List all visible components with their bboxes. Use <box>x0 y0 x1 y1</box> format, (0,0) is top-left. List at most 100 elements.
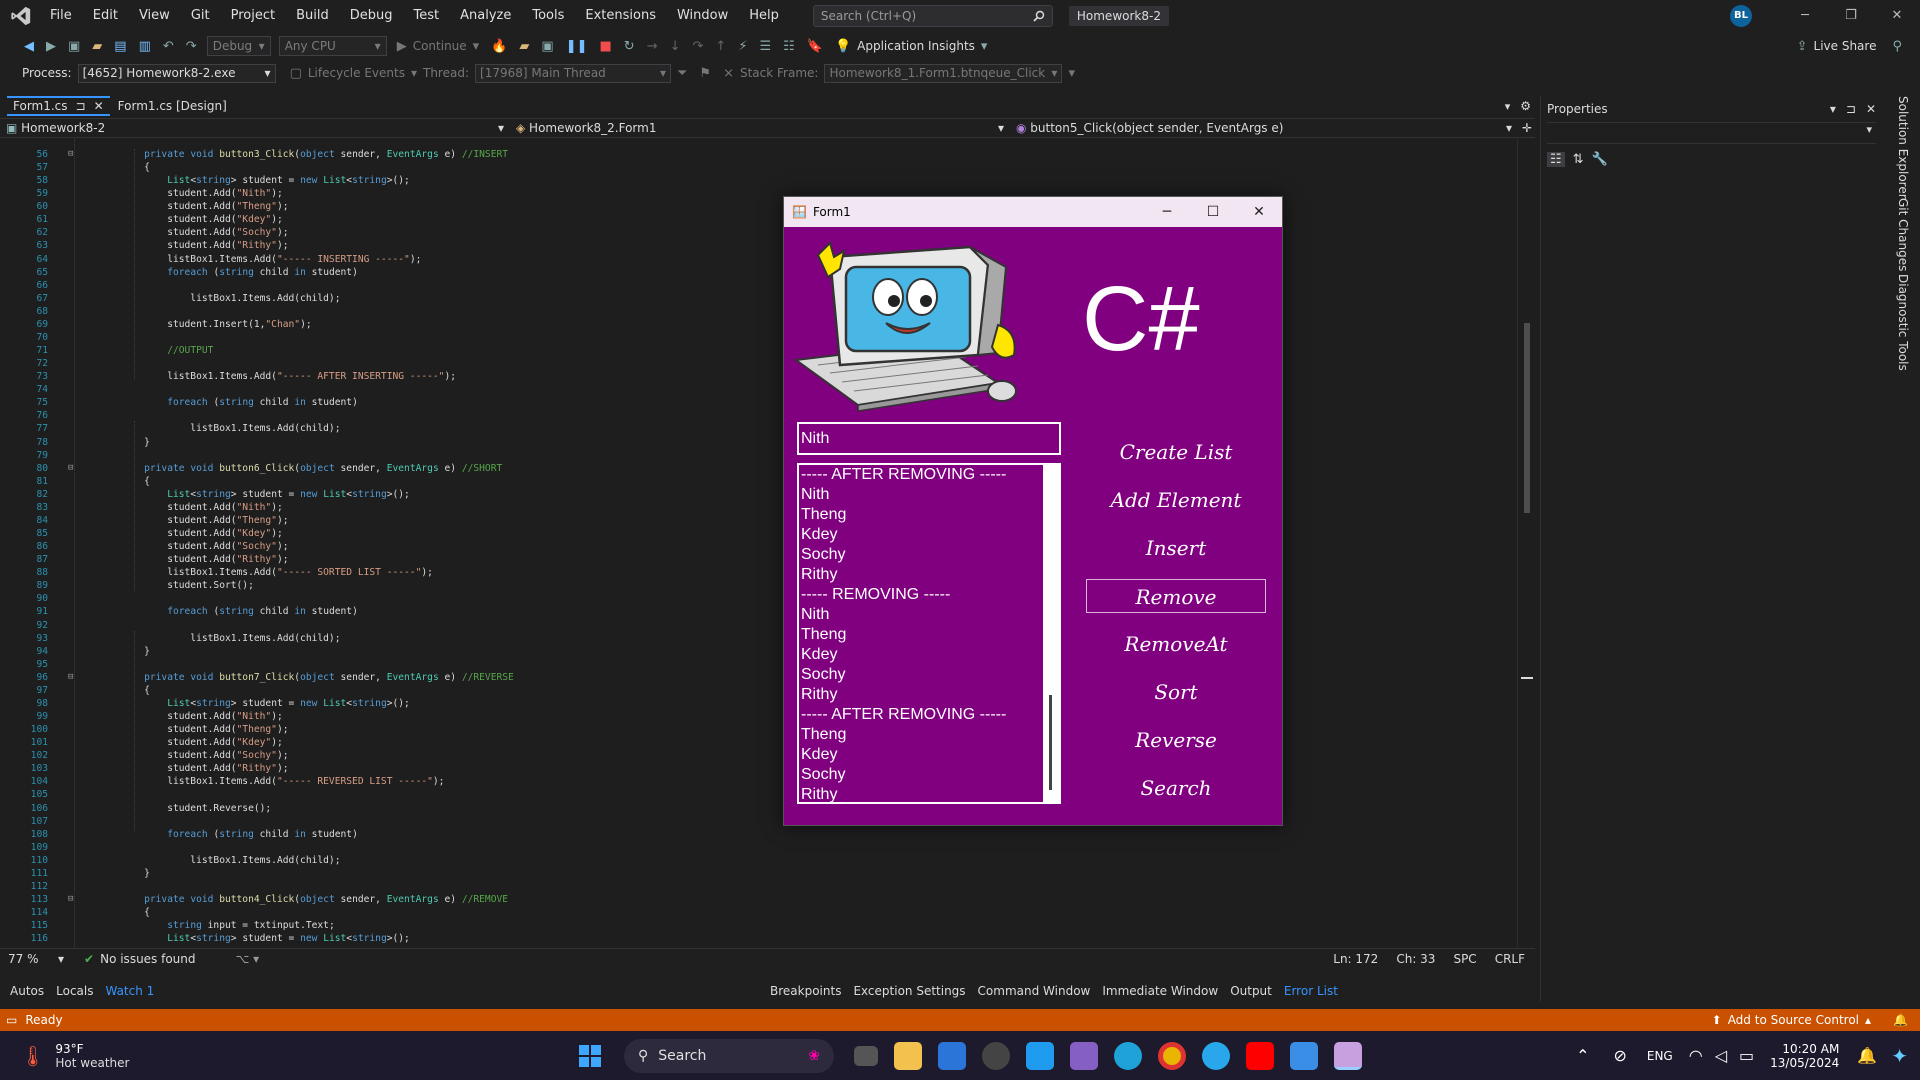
column-number[interactable]: Ch: 33 <box>1396 952 1435 966</box>
menu-git[interactable]: Git <box>191 8 210 23</box>
vscode-icon[interactable] <box>1026 1041 1054 1070</box>
telegram-icon[interactable] <box>1202 1041 1230 1070</box>
collapse-icon[interactable]: ⊟ <box>68 672 73 682</box>
scrollbar-thumb[interactable] <box>1524 323 1530 513</box>
bookmark-icon[interactable]: 🔖 <box>807 39 823 54</box>
tab-form1-design[interactable]: Form1.cs [Design] <box>110 98 235 114</box>
listbox-item[interactable]: Rithy <box>799 785 1059 802</box>
restore-icon[interactable]: ❐ <box>1828 8 1874 23</box>
form1-app-icon[interactable] <box>1334 1041 1362 1070</box>
microsoft-store-icon[interactable] <box>938 1041 966 1070</box>
new-project-icon[interactable]: ▣ <box>68 39 80 54</box>
lifecycle-events-button[interactable]: Lifecycle Events <box>308 66 405 80</box>
thread-dropdown[interactable]: [17968] Main Thread ▾ <box>475 63 672 83</box>
unity-hub-icon[interactable] <box>982 1041 1010 1070</box>
chrome-icon[interactable] <box>1158 1041 1186 1070</box>
alphabetical-icon[interactable]: ⇅ <box>1573 152 1584 167</box>
project-dropdown[interactable]: ▣ Homework8-2 ▾ <box>0 119 510 137</box>
notification-bell-icon[interactable]: 🔔 <box>1893 1013 1908 1027</box>
chevron-down-icon[interactable]: ▾ <box>981 39 988 54</box>
create-list-button[interactable]: Create List <box>1086 435 1266 469</box>
windows-start-icon[interactable] <box>578 1044 602 1068</box>
input-language[interactable]: ENG <box>1647 1049 1673 1063</box>
chevron-up-icon[interactable]: ▴ <box>1865 1013 1871 1027</box>
listbox-item[interactable]: Kdey <box>799 745 1059 765</box>
object-selector[interactable]: ▾ <box>1547 122 1876 144</box>
network-off-icon[interactable]: ⊘ <box>1613 1046 1626 1065</box>
chevron-down-icon[interactable]: ▾ <box>473 39 480 54</box>
volume-icon[interactable]: ◁ <box>1715 1046 1727 1065</box>
platform-dropdown[interactable]: Any CPU ▾ <box>278 36 387 56</box>
add-element-button[interactable]: Add Element <box>1086 483 1266 517</box>
zoom-level[interactable]: 77 % <box>8 952 58 966</box>
stack-frame-dropdown[interactable]: Homework8_1.Form1.btnqeue_Click ▾ <box>824 63 1063 83</box>
reverse-button[interactable]: Reverse <box>1086 723 1266 757</box>
name-textbox[interactable] <box>797 422 1061 455</box>
filter-icon[interactable]: ⏷ <box>677 66 687 81</box>
step-over-icon[interactable]: ↷ <box>693 39 704 54</box>
continue-button[interactable]: Continue <box>413 39 467 53</box>
comment-icon[interactable]: ☰ <box>759 39 771 54</box>
flag-icon[interactable]: ⚑ <box>699 66 711 81</box>
uncomment-icon[interactable]: ☷ <box>783 39 795 54</box>
undo-icon[interactable]: ↶ <box>163 39 174 54</box>
tab-output[interactable]: Output <box>1230 984 1272 998</box>
youtube-icon[interactable] <box>1246 1041 1274 1070</box>
live-share-button[interactable]: Live Share <box>1814 39 1877 53</box>
weather-widget[interactable]: 🌡 93°F Hot weather <box>0 1042 568 1070</box>
menu-build[interactable]: Build <box>296 8 329 23</box>
search-input[interactable]: Search (Ctrl+Q) <box>812 4 1053 27</box>
menu-edit[interactable]: Edit <box>93 8 118 23</box>
menu-project[interactable]: Project <box>231 8 275 23</box>
redo-icon[interactable]: ↷ <box>186 39 197 54</box>
taskbar-search[interactable]: ⚲ Search ❀ <box>624 1038 834 1073</box>
close-icon[interactable]: ✕ <box>1874 8 1920 23</box>
tab-locals[interactable]: Locals <box>56 984 93 998</box>
app-insights-button[interactable]: Application Insights <box>857 39 975 53</box>
member-dropdown[interactable]: ◉ button5_Click(object sender, EventArgs… <box>1010 119 1518 137</box>
menu-window[interactable]: Window <box>677 8 728 23</box>
removeat-button[interactable]: RemoveAt <box>1086 627 1266 661</box>
menu-file[interactable]: File <box>50 8 72 23</box>
listbox-item[interactable]: Theng <box>799 725 1059 745</box>
feedback-icon[interactable]: ⚲ <box>1892 39 1902 54</box>
categorized-icon[interactable]: ☷ <box>1547 152 1565 167</box>
step-out-icon[interactable]: ↑ <box>715 39 726 54</box>
config-dropdown[interactable]: Debug ▾ <box>206 36 271 56</box>
stop-icon[interactable]: ■ <box>599 39 611 54</box>
class-dropdown[interactable]: ◈ Homework8_2.Form1 ▾ <box>510 119 1010 137</box>
listbox-item[interactable]: Nith <box>799 485 1059 505</box>
show-next-statement-icon[interactable]: → <box>647 39 658 54</box>
close-icon[interactable]: ✕ <box>1236 204 1282 220</box>
scrollbar-thumb[interactable] <box>1049 695 1052 790</box>
forward-icon[interactable]: ▶ <box>46 39 56 54</box>
visual-studio-icon[interactable] <box>1070 1041 1098 1070</box>
tab-form1-cs[interactable]: Form1.cs ⊐ ✕ <box>7 96 110 116</box>
chevron-down-icon[interactable]: ▾ <box>58 952 64 966</box>
listbox-item[interactable]: Sochy <box>799 665 1059 685</box>
line-endings[interactable]: CRLF <box>1495 952 1525 966</box>
remove-button[interactable]: Remove <box>1086 579 1266 613</box>
output-listbox[interactable]: ----- AFTER REMOVING ----- Nith Theng Kdey S… <box>797 463 1061 804</box>
menu-view[interactable]: View <box>139 8 170 23</box>
tab-autos[interactable]: Autos <box>10 984 44 998</box>
folder-icon[interactable]: ▰ <box>519 39 529 54</box>
menu-help[interactable]: Help <box>749 8 779 23</box>
split-editor-icon[interactable]: ✛ <box>1522 121 1532 135</box>
listbox-item[interactable]: Rithy <box>799 565 1059 585</box>
listbox-item[interactable]: Sochy <box>799 765 1059 785</box>
file-explorer-icon[interactable] <box>894 1041 922 1070</box>
open-folder-icon[interactable]: ▰ <box>92 39 102 54</box>
collapse-icon[interactable]: ⊟ <box>68 463 73 473</box>
editor-scrollbar[interactable] <box>1517 139 1535 947</box>
listbox-item[interactable]: Theng <box>799 505 1059 525</box>
process-dropdown[interactable]: [4652] Homework8-2.exe ▾ <box>77 63 276 83</box>
tab-immediate-window[interactable]: Immediate Window <box>1102 984 1218 998</box>
step-into-icon[interactable]: ↓ <box>670 39 681 54</box>
search-button[interactable]: Search <box>1086 771 1266 805</box>
pause-icon[interactable]: ❚❚ <box>566 39 588 54</box>
listbox-item[interactable]: ----- AFTER REMOVING ----- <box>799 705 1059 725</box>
minimize-icon[interactable]: ─ <box>1144 204 1190 220</box>
task-view-icon[interactable] <box>854 1045 878 1066</box>
minimize-icon[interactable]: ─ <box>1782 8 1828 23</box>
